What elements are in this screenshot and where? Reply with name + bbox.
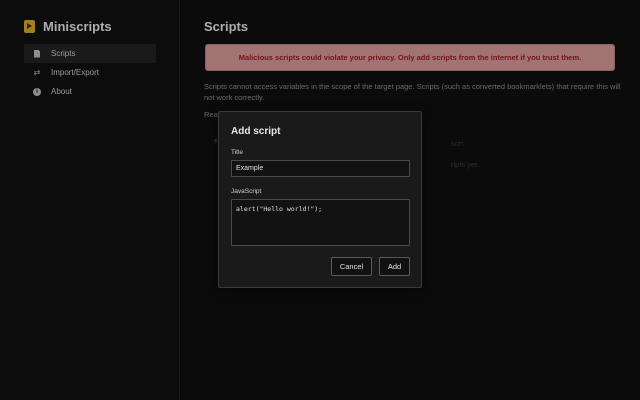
- title-label: Title: [231, 149, 244, 156]
- title-input[interactable]: Example: [231, 160, 410, 177]
- dialog-title: Add script: [231, 126, 281, 137]
- javascript-label: JavaScript: [231, 188, 262, 195]
- add-script-dialog: Add script Title Example JavaScript aler…: [218, 111, 422, 288]
- cancel-button[interactable]: Cancel: [331, 257, 372, 276]
- add-button[interactable]: Add: [379, 257, 410, 276]
- javascript-textarea[interactable]: alert("Hello world!");: [231, 199, 410, 246]
